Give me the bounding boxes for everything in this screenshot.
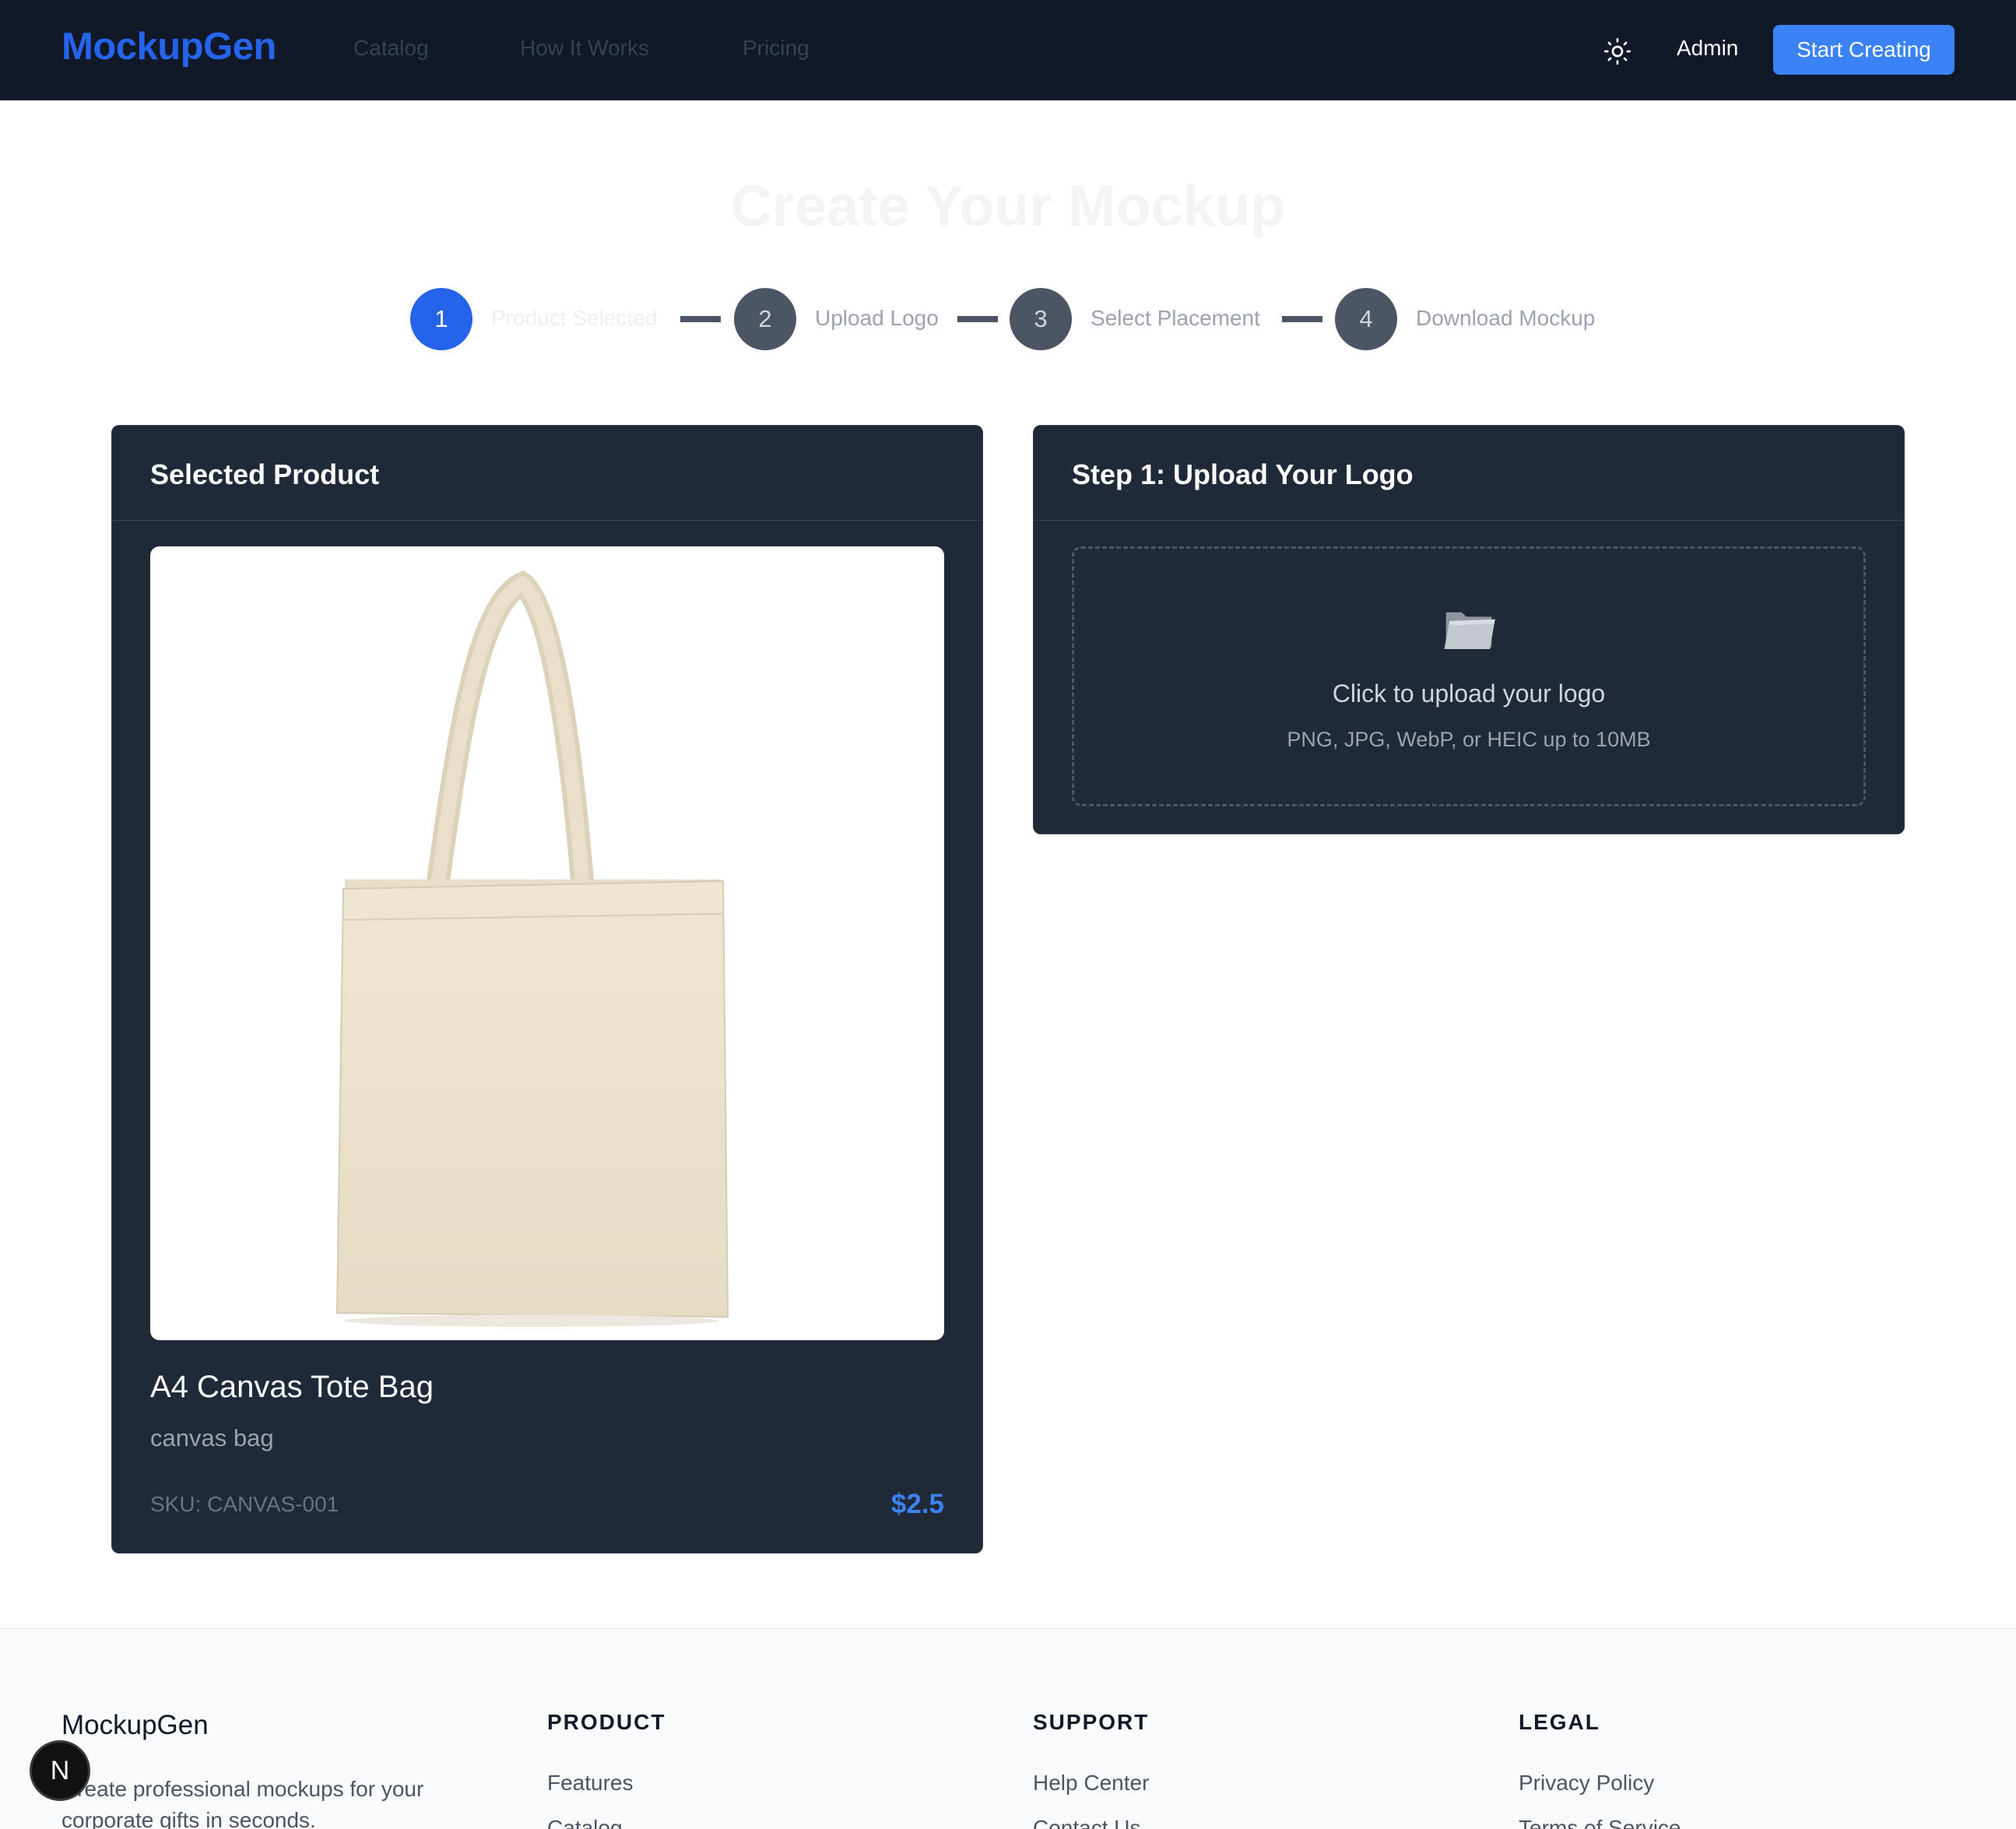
footer-heading-support: SUPPORT bbox=[1033, 1710, 1150, 1734]
folder-icon bbox=[1444, 612, 1495, 649]
footer-brand: MockupGen bbox=[61, 1710, 209, 1740]
nav-link-catalog[interactable]: Catalog bbox=[353, 36, 429, 61]
step-connector bbox=[1282, 316, 1322, 322]
step-4-label: Download Mockup bbox=[1416, 306, 1596, 330]
card-header: Step 1: Upload Your Logo bbox=[1034, 426, 1904, 521]
product-sku: SKU: CANVAS-001 bbox=[150, 1492, 339, 1516]
admin-link[interactable]: Admin bbox=[1677, 36, 1738, 61]
theme-toggle-button[interactable] bbox=[1600, 34, 1635, 68]
footer-tagline: Create professional mockups for your cor… bbox=[61, 1777, 424, 1829]
step-2-label: Upload Logo bbox=[815, 306, 939, 330]
nav-link-how-it-works[interactable]: How It Works bbox=[520, 36, 649, 61]
dev-tools-badge[interactable]: N bbox=[30, 1740, 90, 1801]
product-name: A4 Canvas Tote Bag bbox=[150, 1370, 434, 1404]
upload-hint: PNG, JPG, WebP, or HEIC up to 10MB bbox=[1287, 728, 1651, 751]
footer-heading-legal: LEGAL bbox=[1519, 1710, 1600, 1734]
footer-link-terms-of-service[interactable]: Terms of Service bbox=[1519, 1816, 1681, 1829]
upload-prompt: Click to upload your logo bbox=[1332, 679, 1606, 707]
start-creating-button[interactable]: Start Creating bbox=[1773, 25, 1955, 75]
step-4-circle: 4 bbox=[1335, 288, 1397, 350]
step-1-circle: 1 bbox=[410, 288, 472, 350]
folder-icon-wrap bbox=[1074, 600, 1863, 660]
footer-link-features[interactable]: Features bbox=[547, 1771, 634, 1796]
product-price: $2.5 bbox=[890, 1489, 944, 1519]
step-3-label: Select Placement bbox=[1091, 306, 1260, 330]
logo-upload-dropzone[interactable]: Click to upload your logo PNG, JPG, WebP… bbox=[1072, 546, 1866, 806]
card-title: Step 1: Upload Your Logo bbox=[1072, 458, 1414, 490]
step-connector bbox=[680, 316, 721, 322]
step-3-circle: 3 bbox=[1010, 288, 1072, 350]
sun-icon bbox=[1603, 37, 1631, 65]
footer-link-catalog[interactable]: Catalog bbox=[547, 1816, 623, 1829]
n-logo-icon: N bbox=[50, 1755, 70, 1785]
product-category: canvas bag bbox=[150, 1424, 274, 1452]
step-connector bbox=[957, 316, 998, 322]
page-title: Create Your Mockup bbox=[730, 174, 1286, 238]
navbar: MockupGen Catalog How It Works Pricing A… bbox=[0, 0, 2016, 100]
footer-link-privacy-policy[interactable]: Privacy Policy bbox=[1519, 1771, 1654, 1796]
selected-product-card: Selected Product A4 Canvas Tote Bag canv… bbox=[111, 425, 983, 1553]
footer: MockupGen Create professional mockups fo… bbox=[0, 1628, 2016, 1829]
upload-logo-card: Step 1: Upload Your Logo Click to upload… bbox=[1033, 425, 1905, 834]
footer-link-contact-us[interactable]: Contact Us bbox=[1033, 1816, 1141, 1829]
card-title: Selected Product bbox=[150, 458, 380, 490]
footer-link-help-center[interactable]: Help Center bbox=[1033, 1771, 1149, 1796]
brand-logo[interactable]: MockupGen bbox=[61, 25, 276, 68]
step-2-circle: 2 bbox=[734, 288, 796, 350]
nav-link-pricing[interactable]: Pricing bbox=[743, 36, 810, 61]
step-1-label: Product Selected bbox=[491, 306, 658, 330]
product-image bbox=[150, 546, 944, 1340]
card-header: Selected Product bbox=[112, 426, 982, 521]
tote-bag-illustration bbox=[335, 570, 729, 1327]
footer-heading-product: PRODUCT bbox=[547, 1710, 666, 1734]
